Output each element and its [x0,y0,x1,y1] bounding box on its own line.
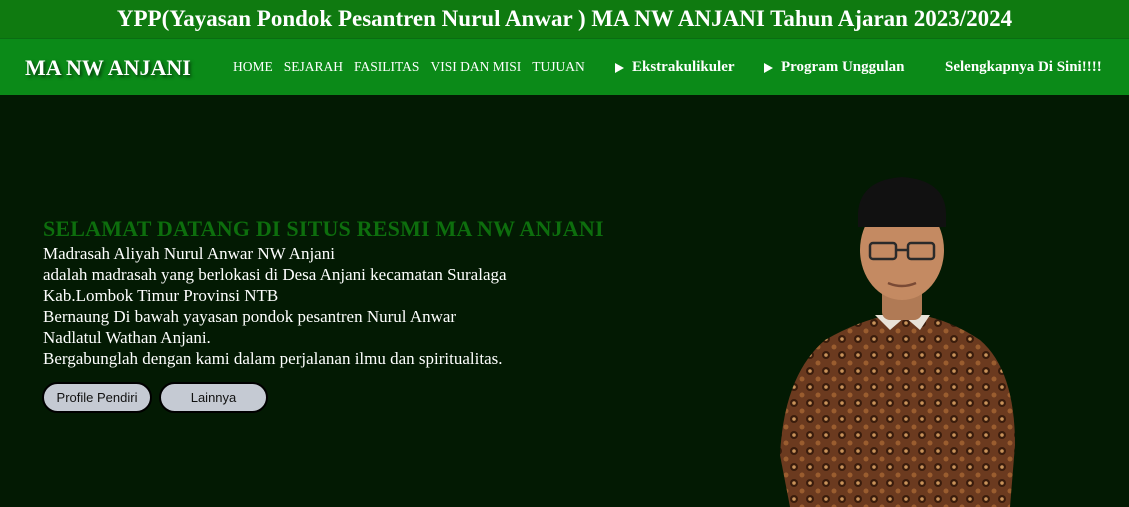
hero-line: Madrasah Aliyah Nurul Anwar NW Anjani [43,244,335,263]
nav-links: HOME SEJARAH FASILITAS VISI DAN MISI TUJ… [233,59,585,75]
banner-title: YPP(Yayasan Pondok Pesantren Nurul Anwar… [116,6,1013,31]
nav-link-sejarah[interactable]: SEJARAH [284,59,343,75]
caret-right-icon [764,62,773,73]
hero-line: Kab.Lombok Timur Provinsi NTB [43,286,279,305]
hero-line: adalah madrasah yang berlokasi di Desa A… [43,265,507,284]
site-banner: YPP(Yayasan Pondok Pesantren Nurul Anwar… [0,0,1129,38]
hero-description: Madrasah Aliyah Nurul Anwar NW Anjani ad… [43,243,507,369]
lainnya-button[interactable]: Lainnya [159,382,268,413]
main-navbar: MA NW ANJANI HOME SEJARAH FASILITAS VISI… [0,38,1129,95]
nav-dropdown-ekstrakulikuler[interactable]: Ekstrakulikuler [615,59,735,76]
hero-line: Bernaung Di bawah yayasan pondok pesantr… [43,307,457,326]
nav-link-selengkapnya[interactable]: Selengkapnya Di Sini!!!! [945,59,1102,76]
caret-right-icon [615,62,624,73]
nav-link-tujuan[interactable]: TUJUAN [532,59,585,75]
nav-link-visi-misi[interactable]: VISI DAN MISI [430,59,521,75]
founder-portrait-image [780,177,1015,507]
hero-title: SELAMAT DATANG DI SITUS RESMI MA NW ANJA… [43,216,604,241]
nav-dropdown-program-unggulan[interactable]: Program Unggulan [764,59,904,76]
dropdown-label: Ekstrakulikuler [632,59,735,75]
nav-link-fasilitas[interactable]: FASILITAS [354,59,419,75]
profile-pendiri-button[interactable]: Profile Pendiri [42,382,152,413]
nav-link-home[interactable]: HOME [233,59,273,75]
brand-logo-text[interactable]: MA NW ANJANI [25,55,191,81]
hero-section: SELAMAT DATANG DI SITUS RESMI MA NW ANJA… [0,95,1129,507]
hero-line: Nadlatul Wathan Anjani. [43,328,211,347]
dropdown-label: Program Unggulan [781,59,905,75]
hero-line: Bergabunglah dengan kami dalam perjalana… [43,349,503,368]
